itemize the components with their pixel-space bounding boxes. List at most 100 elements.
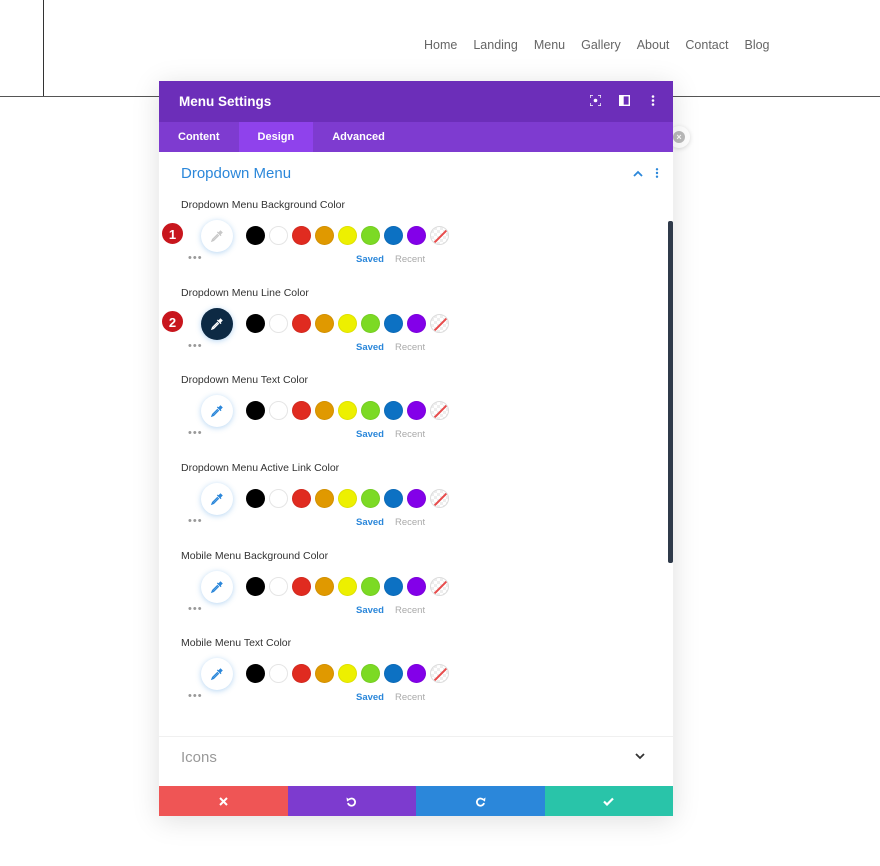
palette-swatch[interactable] bbox=[384, 401, 403, 421]
save-button[interactable] bbox=[544, 786, 673, 816]
color-picker-button[interactable] bbox=[201, 658, 233, 691]
palette-swatch[interactable] bbox=[384, 576, 403, 596]
tab-design[interactable]: Design bbox=[238, 122, 314, 152]
palette-swatch[interactable] bbox=[269, 664, 288, 684]
more-horizontal-icon[interactable]: ••• bbox=[188, 340, 203, 352]
palette-swatch[interactable] bbox=[407, 489, 426, 509]
recent-tab[interactable]: Recent bbox=[395, 517, 425, 528]
palette-swatch[interactable] bbox=[315, 313, 334, 333]
color-picker-button[interactable] bbox=[201, 483, 233, 516]
more-horizontal-icon[interactable]: ••• bbox=[188, 690, 203, 702]
palette-swatch[interactable] bbox=[407, 313, 426, 333]
undo-button[interactable] bbox=[287, 786, 416, 816]
chevron-down-icon[interactable] bbox=[635, 749, 645, 763]
more-vertical-icon[interactable] bbox=[647, 94, 659, 109]
clear-color-swatch[interactable] bbox=[430, 401, 449, 421]
palette-swatch[interactable] bbox=[292, 489, 311, 509]
palette-swatch[interactable] bbox=[269, 401, 288, 421]
palette-swatch[interactable] bbox=[269, 226, 288, 245]
palette-swatch[interactable] bbox=[407, 576, 426, 596]
more-horizontal-icon[interactable]: ••• bbox=[188, 603, 203, 615]
palette-swatch[interactable] bbox=[361, 664, 380, 684]
section-header-dropdown-menu[interactable]: Dropdown Menu bbox=[159, 152, 673, 198]
saved-tab[interactable]: Saved bbox=[356, 692, 384, 703]
palette-swatch[interactable] bbox=[315, 664, 334, 684]
palette-swatch[interactable] bbox=[338, 401, 357, 421]
recent-tab[interactable]: Recent bbox=[395, 254, 425, 265]
modal-header[interactable]: Menu Settings bbox=[159, 81, 673, 122]
recent-tab[interactable]: Recent bbox=[395, 605, 425, 616]
saved-tab[interactable]: Saved bbox=[356, 342, 384, 353]
saved-tab[interactable]: Saved bbox=[356, 517, 384, 528]
palette-swatch[interactable] bbox=[315, 226, 334, 245]
nav-landing[interactable]: Landing bbox=[473, 38, 518, 52]
palette-swatch[interactable] bbox=[246, 489, 265, 509]
color-picker-button[interactable] bbox=[201, 570, 233, 603]
palette-swatch[interactable] bbox=[315, 576, 334, 596]
nav-home[interactable]: Home bbox=[424, 38, 457, 52]
nav-menu[interactable]: Menu bbox=[534, 38, 565, 52]
more-horizontal-icon[interactable]: ••• bbox=[188, 427, 203, 439]
palette-swatch[interactable] bbox=[361, 226, 380, 245]
saved-tab[interactable]: Saved bbox=[356, 254, 384, 265]
palette-swatch[interactable] bbox=[338, 489, 357, 509]
palette-swatch[interactable] bbox=[246, 576, 265, 596]
focus-icon[interactable] bbox=[588, 93, 602, 109]
more-vertical-icon[interactable] bbox=[655, 167, 659, 181]
clear-color-swatch[interactable] bbox=[430, 576, 449, 596]
palette-swatch[interactable] bbox=[338, 313, 357, 333]
saved-tab[interactable]: Saved bbox=[356, 605, 384, 616]
palette-swatch[interactable] bbox=[292, 664, 311, 684]
clear-color-swatch[interactable] bbox=[430, 489, 449, 509]
color-picker-button[interactable] bbox=[201, 220, 233, 252]
tab-content[interactable]: Content bbox=[159, 122, 239, 152]
color-picker-button[interactable] bbox=[201, 307, 233, 340]
palette-swatch[interactable] bbox=[246, 313, 265, 333]
palette-swatch[interactable] bbox=[384, 313, 403, 333]
more-horizontal-icon[interactable]: ••• bbox=[188, 515, 203, 527]
chevron-up-icon[interactable] bbox=[633, 167, 643, 181]
palette-swatch[interactable] bbox=[407, 401, 426, 421]
palette-swatch[interactable] bbox=[246, 401, 265, 421]
palette-swatch[interactable] bbox=[315, 401, 334, 421]
clear-color-swatch[interactable] bbox=[430, 313, 449, 333]
recent-tab[interactable]: Recent bbox=[395, 692, 425, 703]
palette-swatch[interactable] bbox=[292, 401, 311, 421]
clear-color-swatch[interactable] bbox=[430, 664, 449, 684]
palette-swatch[interactable] bbox=[407, 664, 426, 684]
palette-swatch[interactable] bbox=[246, 226, 265, 245]
palette-swatch[interactable] bbox=[384, 489, 403, 509]
color-picker-button[interactable] bbox=[201, 395, 233, 428]
palette-swatch[interactable] bbox=[361, 313, 380, 333]
palette-swatch[interactable] bbox=[338, 576, 357, 596]
palette-swatch[interactable] bbox=[361, 576, 380, 596]
recent-tab[interactable]: Recent bbox=[395, 342, 425, 353]
clear-color-swatch[interactable] bbox=[430, 226, 449, 245]
palette-swatch[interactable] bbox=[315, 489, 334, 509]
palette-swatch[interactable] bbox=[292, 576, 311, 596]
nav-blog[interactable]: Blog bbox=[744, 38, 769, 52]
palette-swatch[interactable] bbox=[292, 226, 311, 245]
split-view-icon[interactable] bbox=[618, 94, 630, 109]
nav-about[interactable]: About bbox=[637, 38, 670, 52]
palette-swatch[interactable] bbox=[384, 226, 403, 245]
palette-swatch[interactable] bbox=[407, 226, 426, 245]
palette-swatch[interactable] bbox=[338, 664, 357, 684]
recent-tab[interactable]: Recent bbox=[395, 429, 425, 440]
discard-button[interactable] bbox=[159, 786, 288, 816]
palette-swatch[interactable] bbox=[246, 664, 265, 684]
saved-tab[interactable]: Saved bbox=[356, 429, 384, 440]
nav-gallery[interactable]: Gallery bbox=[581, 38, 621, 52]
palette-swatch[interactable] bbox=[269, 313, 288, 333]
palette-swatch[interactable] bbox=[384, 664, 403, 684]
tab-advanced[interactable]: Advanced bbox=[313, 122, 404, 152]
palette-swatch[interactable] bbox=[269, 489, 288, 509]
more-horizontal-icon[interactable]: ••• bbox=[188, 252, 203, 264]
palette-swatch[interactable] bbox=[269, 576, 288, 596]
redo-button[interactable] bbox=[416, 786, 545, 816]
palette-swatch[interactable] bbox=[361, 489, 380, 509]
palette-swatch[interactable] bbox=[292, 313, 311, 333]
palette-swatch[interactable] bbox=[338, 226, 357, 245]
nav-contact[interactable]: Contact bbox=[685, 38, 728, 52]
palette-swatch[interactable] bbox=[361, 401, 380, 421]
